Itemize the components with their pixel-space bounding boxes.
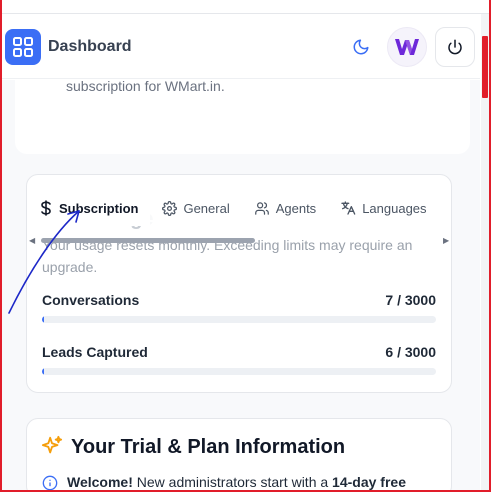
- trial-duration-bold: 14-day free: [332, 474, 406, 490]
- welcome-text: New administrators start with a: [132, 474, 333, 490]
- conversations-progress-fill: [42, 316, 45, 323]
- avatar[interactable]: [387, 27, 427, 67]
- leads-progress-bar: [42, 368, 436, 375]
- scroll-left-arrow-icon[interactable]: ◀: [29, 236, 35, 245]
- tab-general-label: General: [183, 200, 230, 216]
- tab-languages-label: Languages: [362, 200, 427, 216]
- tabs-horizontal-scrollbar[interactable]: ◀ ▶: [27, 235, 451, 245]
- cut-off-browser-bar: [2, 0, 489, 14]
- scroll-right-arrow-icon[interactable]: ▶: [443, 236, 449, 245]
- tab-agents-label: Agents: [275, 200, 317, 216]
- page-title: Dashboard: [48, 38, 132, 55]
- leads-progress-fill: [42, 368, 45, 375]
- tab-subscription[interactable]: Subscription: [27, 190, 151, 226]
- settings-tabs: Subscription General Agents Languages: [27, 188, 447, 228]
- grid-icon[interactable]: [5, 29, 41, 65]
- tab-general[interactable]: General: [150, 190, 242, 226]
- gear-icon: [162, 200, 178, 216]
- window-frame-left: [0, 0, 2, 492]
- leads-value: 6 / 3000: [385, 344, 436, 360]
- w-logo-icon: [395, 39, 419, 55]
- trial-plan-card: Your Trial & Plan Information Welcome! N…: [26, 418, 452, 492]
- intro-text: subscription for WMart.in.: [66, 78, 225, 94]
- conversations-progress-bar: [42, 316, 436, 323]
- conversations-value: 7 / 3000: [385, 292, 436, 308]
- power-icon: [448, 39, 462, 55]
- tab-subscription-label: Subscription: [59, 200, 139, 216]
- trial-title: Your Trial & Plan Information: [71, 436, 346, 458]
- usage-card: nth's Usage Your usage resets monthly. E…: [26, 174, 452, 393]
- moon-icon[interactable]: [350, 36, 372, 58]
- trial-welcome-text: Welcome! New administrators start with a…: [67, 474, 406, 490]
- users-icon: [254, 201, 269, 215]
- top-header: Dashboard: [2, 15, 480, 79]
- tab-agents[interactable]: Agents: [241, 190, 329, 226]
- leads-label: Leads Captured: [42, 344, 148, 360]
- dollar-icon: [41, 200, 51, 216]
- logout-button[interactable]: [435, 27, 475, 67]
- tab-languages[interactable]: Languages: [328, 190, 439, 226]
- conversations-label: Conversations: [42, 292, 140, 308]
- translate-icon: [341, 201, 356, 215]
- tabs-scrollbar-thumb[interactable]: [41, 238, 255, 243]
- sparkle-icon: [41, 435, 63, 462]
- page-scrollbar-thumb[interactable]: [482, 36, 488, 98]
- welcome-bold: Welcome!: [67, 474, 133, 490]
